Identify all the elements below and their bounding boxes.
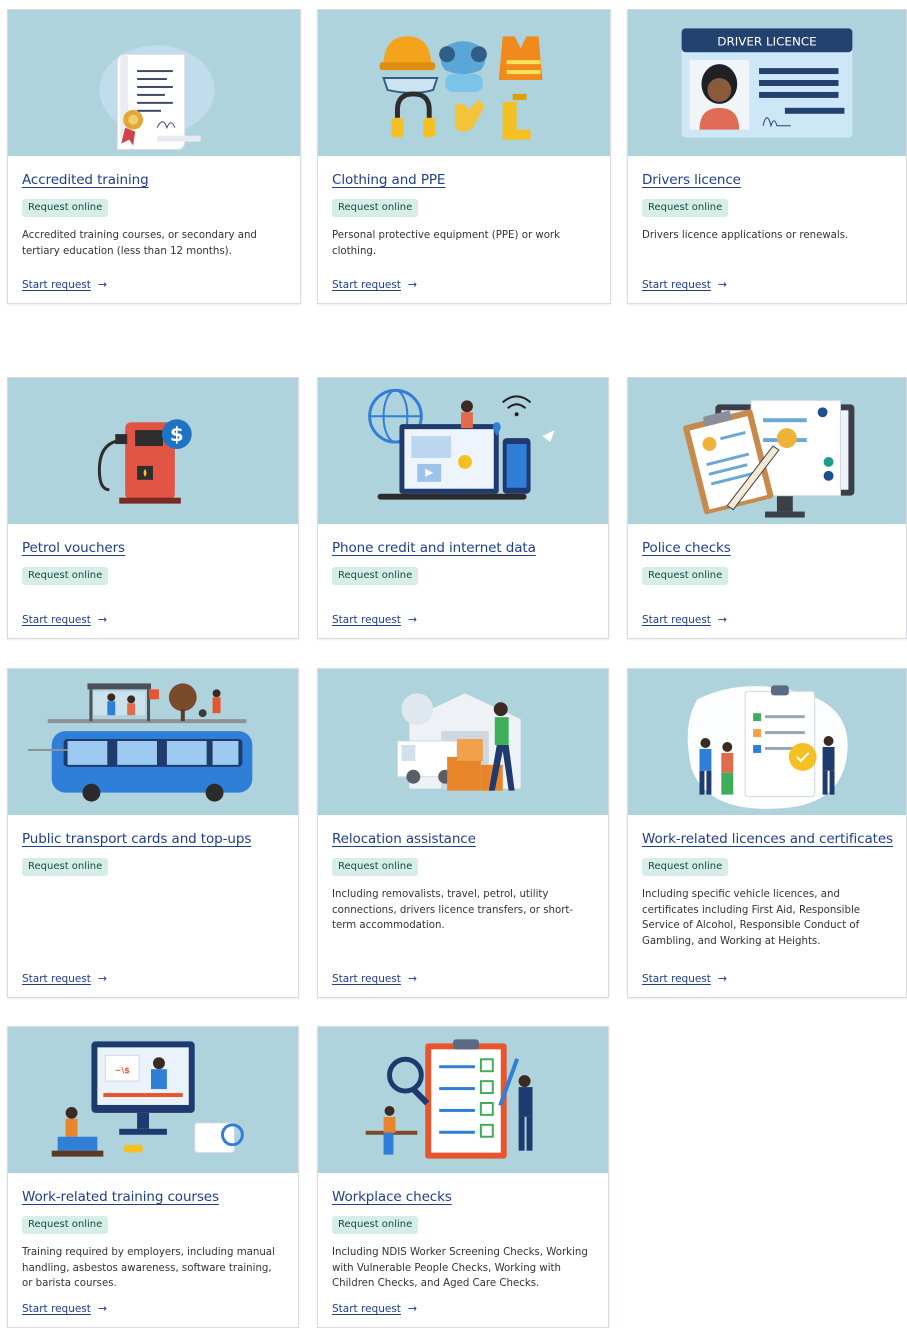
request-online-badge: Request online: [22, 858, 109, 876]
start-request-link[interactable]: Start request →: [22, 278, 107, 291]
card-description: Including removalists, travel, petrol, u…: [332, 889, 574, 931]
certificate-scroll-icon: [8, 10, 300, 156]
card-title-link[interactable]: Police checks: [642, 540, 896, 556]
checklist-clipboard-icon: [318, 1027, 608, 1173]
arrow-right-icon: →: [407, 972, 418, 985]
card-title-link[interactable]: Drivers licence: [642, 172, 896, 188]
card-title-link[interactable]: Relocation assistance: [332, 831, 598, 847]
start-request-link[interactable]: Start request →: [642, 972, 727, 985]
request-online-badge: Request online: [332, 1216, 419, 1234]
card-description: Including specific vehicle licences, and…: [642, 889, 861, 947]
service-card: Accredited training Request online Accre…: [7, 9, 301, 304]
card-title-link[interactable]: Work-related licences and certificates: [642, 831, 896, 847]
service-card: ~\$ Work-related training courses Reques…: [7, 1026, 299, 1328]
card-title-link[interactable]: Petrol vouchers: [22, 540, 288, 556]
ppe-gear-icon: [318, 10, 610, 156]
arrow-right-icon: →: [717, 972, 728, 985]
service-card: $ Petrol vouchers Request online Start r…: [7, 377, 299, 639]
card-description: Including NDIS Worker Screening Checks, …: [332, 1247, 588, 1289]
bus-stop-icon: [8, 669, 298, 815]
start-request-link[interactable]: Start request →: [642, 278, 727, 291]
arrow-right-icon: →: [717, 613, 728, 626]
laptop-phone-icon: [318, 378, 608, 524]
card-description: Training required by employers, includin…: [22, 1247, 275, 1289]
request-online-badge: Request online: [642, 858, 729, 876]
service-card: Clothing and PPE Request online Personal…: [317, 9, 611, 304]
card-title-link[interactable]: Work-related training courses: [22, 1189, 288, 1205]
arrow-right-icon: →: [407, 1302, 418, 1315]
driver-licence-card-icon: DRIVER LICENCE: [628, 10, 906, 156]
licence-image-text: DRIVER LICENCE: [717, 34, 816, 48]
online-training-monitor-icon: ~\$: [8, 1027, 298, 1173]
card-description: Drivers licence applications or renewals…: [642, 230, 849, 241]
svg-text:~\$: ~\$: [115, 1066, 130, 1075]
service-card: Phone credit and internet data Request o…: [317, 377, 609, 639]
request-online-badge: Request online: [22, 1216, 109, 1234]
start-request-link[interactable]: Start request →: [22, 1302, 107, 1315]
card-title-link[interactable]: Workplace checks: [332, 1189, 598, 1205]
fuel-pump-icon: $: [8, 378, 298, 524]
svg-text:$: $: [170, 423, 184, 446]
service-card: Workplace checks Request online Includin…: [317, 1026, 609, 1328]
start-request-link[interactable]: Start request →: [22, 972, 107, 985]
request-online-badge: Request online: [642, 567, 729, 585]
arrow-right-icon: →: [717, 278, 728, 291]
police-check-documents-icon: [628, 378, 906, 524]
request-online-badge: Request online: [332, 858, 419, 876]
arrow-right-icon: →: [97, 613, 108, 626]
arrow-right-icon: →: [97, 278, 108, 291]
request-online-badge: Request online: [332, 199, 419, 217]
service-card: Relocation assistance Request online Inc…: [317, 668, 609, 998]
request-online-badge: Request online: [22, 567, 109, 585]
service-card: Work-related licences and certificates R…: [627, 668, 907, 998]
start-request-link[interactable]: Start request →: [332, 972, 417, 985]
arrow-right-icon: →: [97, 972, 108, 985]
certificate-checklist-icon: [628, 669, 906, 815]
request-online-badge: Request online: [22, 199, 109, 217]
arrow-right-icon: →: [407, 613, 418, 626]
card-title-link[interactable]: Clothing and PPE: [332, 172, 600, 188]
service-card: DRIVER LICENCE Drivers licence Request o…: [627, 9, 907, 304]
start-request-link[interactable]: Start request →: [642, 613, 727, 626]
start-request-link[interactable]: Start request →: [332, 278, 417, 291]
request-online-badge: Request online: [332, 567, 419, 585]
request-online-badge: Request online: [642, 199, 729, 217]
start-request-link[interactable]: Start request →: [332, 1302, 417, 1315]
start-request-link[interactable]: Start request →: [332, 613, 417, 626]
moving-boxes-icon: [318, 669, 608, 815]
arrow-right-icon: →: [97, 1302, 108, 1315]
arrow-right-icon: →: [407, 278, 418, 291]
card-title-link[interactable]: Public transport cards and top-ups: [22, 831, 288, 847]
card-description: Personal protective equipment (PPE) or w…: [332, 230, 561, 257]
start-request-link[interactable]: Start request →: [22, 613, 107, 626]
service-card: Police checks Request online Start reque…: [627, 377, 907, 639]
card-description: Accredited training courses, or secondar…: [22, 230, 257, 257]
card-title-link[interactable]: Accredited training: [22, 172, 290, 188]
service-card: Public transport cards and top-ups Reque…: [7, 668, 299, 998]
card-title-link[interactable]: Phone credit and internet data: [332, 540, 598, 556]
